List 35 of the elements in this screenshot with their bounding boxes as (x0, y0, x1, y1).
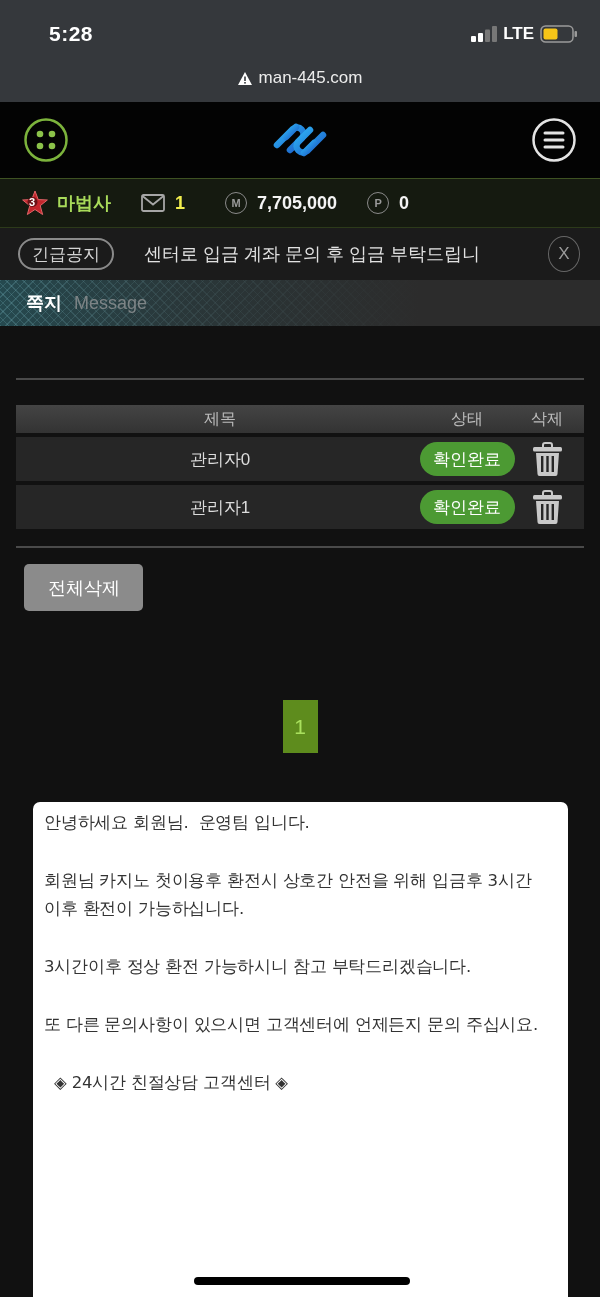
trash-icon[interactable] (532, 490, 562, 524)
message-count[interactable]: 1 (175, 192, 185, 214)
column-header: 제목 (204, 408, 236, 429)
message-sender: 관리자1 (189, 496, 251, 519)
column-header: 상태 (451, 408, 483, 429)
warning-icon (237, 71, 252, 85)
clock-time: 5:28 (49, 22, 94, 46)
page-title: 쪽지 (26, 292, 62, 315)
battery-icon (540, 25, 578, 43)
star-icon (21, 189, 49, 217)
envelope-icon[interactable] (141, 194, 165, 212)
trash-icon[interactable] (532, 442, 562, 476)
four-dots-icon[interactable] (24, 118, 68, 162)
table-row[interactable]: 관리자1 확인완료 (16, 485, 584, 529)
popup-text: 또 다른 문의사항이 있으시면 고객센터에 언제든지 문의 주십시요. (44, 1014, 539, 1036)
points-amount: 0 (399, 192, 410, 214)
nickname: 마법사 (57, 192, 111, 215)
notice-text: 센터로 입금 계좌 문의 후 입금 부탁드립니 (144, 243, 481, 266)
page-subtitle: Message (74, 292, 148, 314)
notice-label: 긴급공지 (18, 238, 114, 270)
popup-text: 회원님 카지노 첫이용후 환전시 상호간 안전을 위해 입금후 3시간 이후 환전이 가능하십니다. (44, 870, 533, 920)
popup-text: 3시간이후 정상 환전 가능하시니 참고 부탁드리겠습니다. (44, 956, 472, 978)
menu-icon[interactable] (532, 118, 576, 162)
signal-icon (471, 26, 498, 42)
table-row[interactable]: 관리자0 확인완료 (16, 437, 584, 481)
column-header: 삭제 (531, 408, 563, 429)
message-sender: 관리자0 (189, 448, 251, 471)
popup-text: 안녕하세요 회원님. 운영팀 입니다. (44, 812, 311, 834)
status-badge: 확인완료 (419, 442, 515, 476)
status-badge: 확인완료 (419, 490, 515, 524)
url-text: man-445.com (258, 68, 363, 88)
popup-text: ◈ 24시간 친절상담 고객센터 ◈ (53, 1072, 289, 1094)
money-amount: 7,705,000 (257, 192, 338, 214)
network-type: LTE (503, 24, 534, 44)
rank-number: 3 (29, 196, 36, 208)
